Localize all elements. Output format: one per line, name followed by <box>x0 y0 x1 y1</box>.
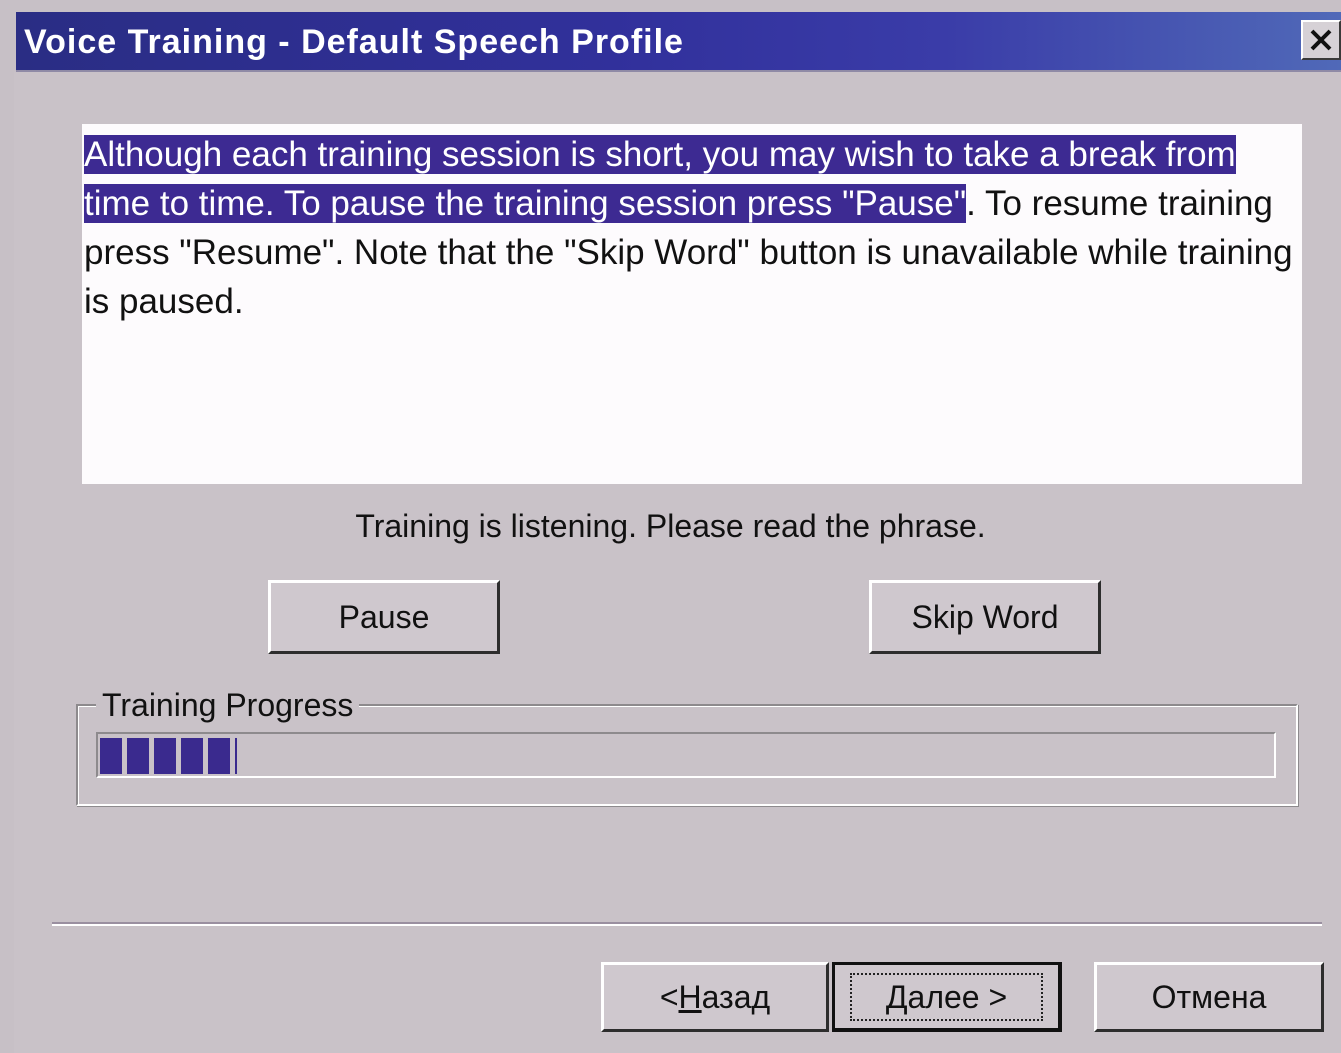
training-progress-fill <box>100 738 237 774</box>
next-button-mnemonic: Д <box>885 978 908 1015</box>
title-bar: Voice Training - Default Speech Profile <box>16 12 1341 72</box>
back-button-prefix: < <box>659 978 679 1015</box>
cancel-button[interactable]: Отмена <box>1094 962 1324 1032</box>
window-title: Voice Training - Default Speech Profile <box>24 23 684 61</box>
instruction-text: Although each training session is short,… <box>84 130 1294 326</box>
training-progress-label: Training Progress <box>96 684 360 726</box>
instruction-text-area[interactable]: Although each training session is short,… <box>82 124 1302 484</box>
next-button-focus: Далее > <box>849 972 1044 1021</box>
back-button-mnemonic: Н <box>678 978 702 1015</box>
close-icon <box>1310 29 1332 51</box>
pause-button[interactable]: Pause <box>268 580 500 654</box>
separator-line <box>52 922 1322 926</box>
back-button-label: азад <box>701 978 771 1015</box>
training-status-text: Training is listening. Please read the p… <box>355 508 986 544</box>
skip-word-button[interactable]: Skip Word <box>869 580 1101 654</box>
back-button[interactable]: < Назад <box>601 962 829 1032</box>
next-button[interactable]: Далее > <box>832 962 1062 1032</box>
next-button-label: алее > <box>907 978 1008 1015</box>
training-progress-bar <box>96 732 1276 778</box>
close-button[interactable] <box>1301 20 1341 60</box>
